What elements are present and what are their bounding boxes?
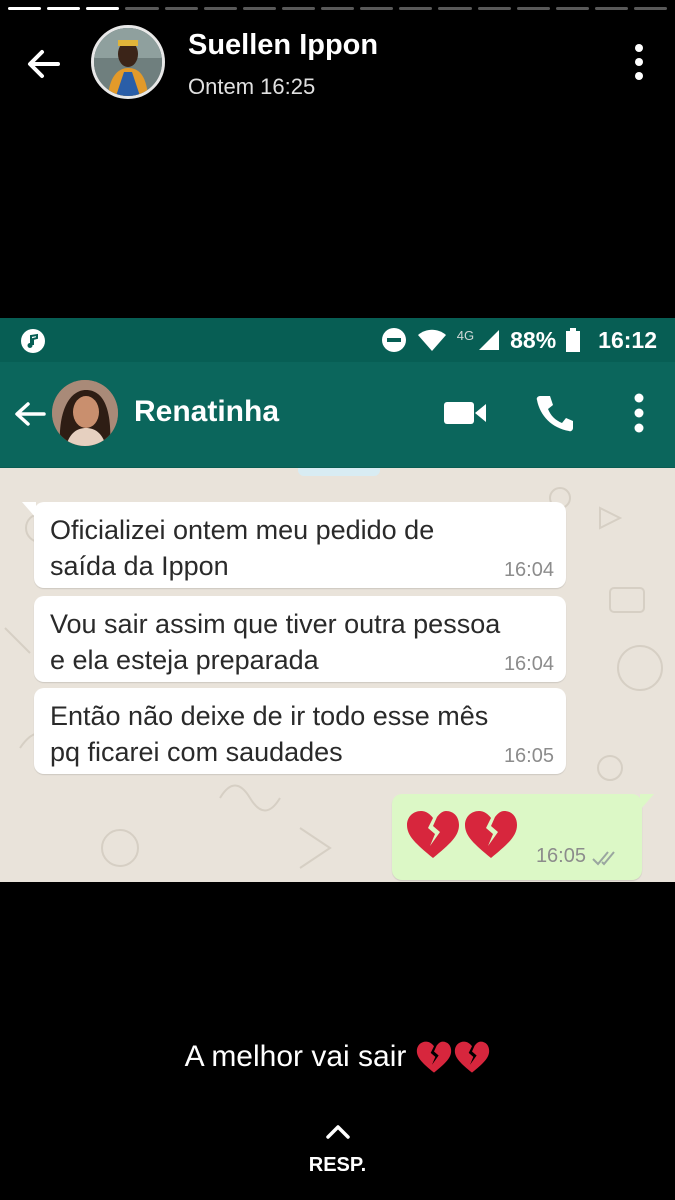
broken-heart-icon: [465, 811, 517, 858]
clock: 16:12: [598, 326, 657, 353]
story-progress-segment: [47, 7, 81, 10]
more-vert-icon[interactable]: [629, 42, 649, 82]
video-call-icon[interactable]: [444, 398, 486, 428]
read-receipt-icon: [592, 851, 615, 866]
message-time: 16:04: [503, 653, 554, 675]
broken-heart-icon: [455, 1041, 490, 1073]
broken-heart-icon: [407, 811, 459, 858]
network-type: 4G: [456, 327, 475, 343]
story-header: Suellen Ippon Ontem 16:25: [0, 20, 675, 110]
story-progress-segment: [86, 7, 120, 10]
story-progress: [8, 7, 668, 10]
story-progress-segment: [438, 7, 472, 10]
wifi-icon: [417, 329, 446, 351]
emoji-group: [406, 810, 518, 860]
reply-button[interactable]: RESP.: [0, 1122, 675, 1177]
story-progress-segment: [8, 7, 42, 10]
story-progress-segment: [516, 7, 550, 10]
story-progress-segment: [360, 7, 394, 10]
story-progress-segment: [321, 7, 355, 10]
back-arrow-icon[interactable]: [12, 396, 48, 432]
story-timestamp: Ontem 16:25: [188, 74, 316, 99]
story-progress-segment: [555, 7, 589, 10]
message-bubble-outgoing[interactable]: 16:05: [392, 794, 654, 880]
broken-heart-icon: [417, 1041, 452, 1073]
message-time: 16:05: [503, 745, 554, 767]
message-text: Vou sair assim que tiver outra pessoa e …: [50, 609, 501, 675]
story-progress-segment: [125, 7, 159, 10]
story-caption: A melhor vai sair: [0, 1040, 675, 1074]
do-not-disturb-icon: [381, 328, 406, 352]
story-progress-segment: [594, 7, 628, 10]
story-progress-segment: [477, 7, 511, 10]
story-progress-segment: [242, 7, 276, 10]
contact-name[interactable]: Renatinha: [134, 395, 279, 429]
message-bubble[interactable]: Então não deixe de ir todo esse mês pq f…: [34, 688, 566, 774]
story-progress-segment: [164, 7, 198, 10]
message-time: 16:04: [503, 559, 554, 581]
message-time: 16:05: [535, 845, 586, 867]
more-vert-icon[interactable]: [633, 392, 645, 434]
signal-icon: [479, 330, 500, 350]
story-progress-segment: [281, 7, 315, 10]
chat-header: Renatinha: [0, 362, 675, 468]
shared-screenshot: 4G 88% 16:12 Renatinha Oficializei ontem…: [0, 318, 675, 882]
caption-text: A melhor vai sair: [184, 1040, 407, 1073]
back-arrow-icon[interactable]: [22, 42, 66, 86]
message-text: Então não deixe de ir todo esse mês pq f…: [50, 701, 489, 767]
story-progress-segment: [634, 7, 668, 10]
chat-area[interactable]: Oficializei ontem meu pedido de saída da…: [0, 468, 675, 882]
contact-avatar[interactable]: [52, 380, 118, 446]
message-bubble[interactable]: Vou sair assim que tiver outra pessoa e …: [34, 596, 566, 682]
status-bar: 4G 88% 16:12: [0, 318, 675, 362]
reply-label: RESP.: [308, 1154, 367, 1176]
message-bubble[interactable]: Oficializei ontem meu pedido de saída da…: [22, 502, 566, 588]
chevron-up-icon: [325, 1125, 350, 1139]
date-chip-partial: [298, 468, 380, 476]
phone-icon[interactable]: [536, 394, 574, 432]
story-author-name[interactable]: Suellen Ippon: [188, 29, 378, 62]
battery-percent: 88%: [510, 326, 557, 353]
message-text: Oficializei ontem meu pedido de saída da…: [50, 515, 435, 581]
emoji-group: [416, 1041, 490, 1074]
story-progress-segment: [203, 7, 237, 10]
story-author-avatar[interactable]: [91, 25, 165, 99]
story-progress-segment: [399, 7, 433, 10]
music-icon: [21, 329, 45, 353]
battery-icon: [566, 328, 581, 352]
